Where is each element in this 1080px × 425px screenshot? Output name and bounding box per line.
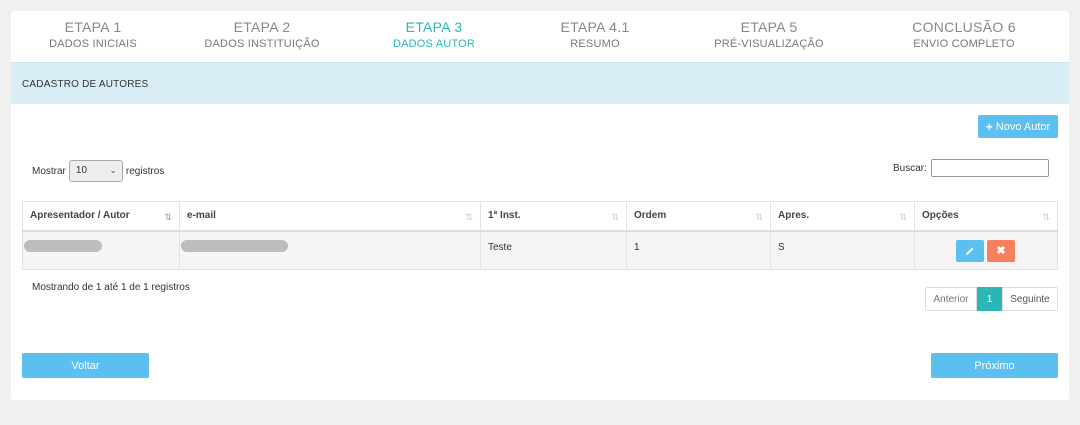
column-author[interactable]: Apresentador / Autor ⇅ — [22, 201, 180, 232]
step-subtitle: DADOS AUTOR — [392, 38, 476, 50]
step-subtitle: PRÉ-VISUALIZAÇÃO — [714, 38, 824, 50]
sort-icon: ⇅ — [755, 212, 763, 222]
column-label: Apresentador / Autor — [30, 210, 130, 222]
sort-icon: ⇅ — [1042, 212, 1050, 222]
step-2[interactable]: ETAPA 2 DADOS INSTITUIÇÃO — [182, 19, 342, 50]
cell-inst: Teste — [480, 230, 627, 270]
table-info: Mostrando de 1 até 1 de 1 registros — [32, 282, 190, 293]
redacted-author — [24, 239, 102, 252]
cell-apres: S — [770, 230, 915, 270]
pagination-prev[interactable]: Anterior — [925, 287, 977, 311]
column-label: e-mail — [187, 210, 216, 222]
authors-table: Apresentador / Autor ⇅ e-mail ⇅ 1ª Inst. ⇅ … — [22, 201, 1058, 270]
edit-button[interactable] — [956, 239, 984, 262]
step-5[interactable]: ETAPA 5 PRÉ-VISUALIZAÇÃO — [689, 19, 849, 50]
pencil-icon — [966, 247, 974, 255]
step-subtitle: RESUMO — [570, 38, 620, 50]
wizard-card: ETAPA 1 DADOS INICIAIS ETAPA 2 DADOS INS… — [11, 11, 1069, 400]
column-inst[interactable]: 1ª Inst. ⇅ — [480, 201, 627, 232]
cell-order: 1 — [626, 230, 771, 270]
redacted-email — [181, 239, 288, 252]
delete-button[interactable]: ✖ — [987, 239, 1015, 262]
search-input[interactable] — [930, 159, 1049, 177]
cell-author — [22, 230, 180, 270]
length-control: Mostrar 10 ⌄ registros — [32, 160, 164, 182]
step-3[interactable]: ETAPA 3 DADOS AUTOR — [354, 19, 514, 50]
pagination-page-1[interactable]: 1 — [977, 287, 1002, 311]
panel-header: CADASTRO DE AUTORES — [11, 62, 1069, 104]
sort-icon: ⇅ — [611, 212, 619, 222]
chevron-down-icon: ⌄ — [109, 165, 117, 175]
table-header-row: Apresentador / Autor ⇅ e-mail ⇅ 1ª Inst. ⇅ … — [22, 201, 1058, 232]
plus-icon: + — [985, 119, 993, 134]
close-icon: ✖ — [996, 245, 1006, 257]
new-author-label: Novo Autor — [995, 120, 1051, 133]
step-title: ETAPA 4.1 — [560, 19, 630, 35]
step-6[interactable]: CONCLUSÃO 6 ENVIO COMPLETO — [884, 19, 1044, 50]
length-suffix: registros — [125, 165, 165, 177]
search-label: Buscar: — [893, 162, 927, 174]
column-label: Opções — [922, 210, 959, 222]
sort-icon: ⇅ — [899, 212, 907, 222]
step-title: CONCLUSÃO 6 — [912, 19, 1016, 35]
new-author-button[interactable]: + Novo Autor — [978, 115, 1058, 138]
column-apres[interactable]: Apres. ⇅ — [770, 201, 915, 232]
step-subtitle: DADOS INICIAIS — [49, 38, 137, 50]
sort-asc-icon: ⇅ — [164, 212, 172, 222]
pagination-next[interactable]: Seguinte — [1002, 287, 1058, 311]
step-title: ETAPA 1 — [64, 19, 122, 35]
cell-options: ✖ — [914, 230, 1058, 270]
column-order[interactable]: Ordem ⇅ — [626, 201, 771, 232]
step-subtitle: ENVIO COMPLETO — [913, 38, 1015, 50]
step-subtitle: DADOS INSTITUIÇÃO — [204, 38, 320, 50]
table-row: Teste 1 S ✖ — [22, 230, 1058, 270]
step-1[interactable]: ETAPA 1 DADOS INICIAIS — [13, 19, 173, 50]
step-title: ETAPA 5 — [740, 19, 798, 35]
column-label: 1ª Inst. — [488, 210, 521, 222]
step-title: ETAPA 2 — [233, 19, 291, 35]
wizard-steps: ETAPA 1 DADOS INICIAIS ETAPA 2 DADOS INS… — [11, 11, 1069, 62]
cell-email — [179, 230, 481, 270]
back-button[interactable]: Voltar — [22, 353, 149, 378]
pagination: Anterior 1 Seguinte — [925, 287, 1058, 311]
next-button[interactable]: Próximo — [931, 353, 1058, 378]
step-4[interactable]: ETAPA 4.1 RESUMO — [515, 19, 675, 50]
column-options[interactable]: Opções ⇅ — [914, 201, 1058, 232]
column-email[interactable]: e-mail ⇅ — [179, 201, 481, 232]
column-label: Ordem — [634, 210, 667, 222]
length-prefix: Mostrar — [32, 165, 66, 177]
search-control: Buscar: — [893, 159, 1049, 177]
length-value: 10 — [75, 165, 88, 176]
panel-title: CADASTRO DE AUTORES — [22, 79, 149, 90]
column-label: Apres. — [778, 210, 810, 222]
length-select[interactable]: 10 ⌄ — [68, 160, 123, 182]
sort-icon: ⇅ — [465, 212, 473, 222]
step-title: ETAPA 3 — [405, 19, 463, 35]
